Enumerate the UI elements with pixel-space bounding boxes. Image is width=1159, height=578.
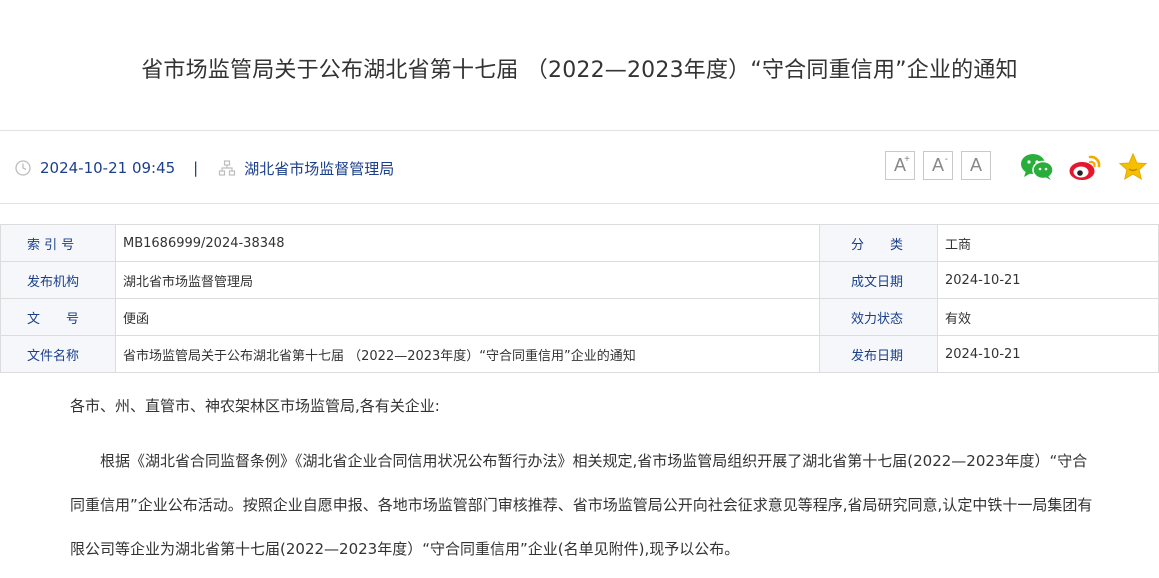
document-info-table: 索 引 号 MB1686999/2024-38348 分 类 工商 发布机构 湖… — [0, 224, 1159, 373]
written-date-label: 成文日期 — [819, 261, 938, 299]
document-number-label: 文 号 — [0, 298, 116, 336]
publish-date-value: 2024-10-21 — [937, 335, 1159, 373]
font-increase-button[interactable]: A + — [885, 151, 915, 180]
favorite-star-icon — [1118, 152, 1148, 181]
font-decrease-button[interactable]: A - — [923, 151, 953, 180]
validity-status-label: 效力状态 — [819, 298, 938, 336]
category-label: 分 类 — [819, 224, 938, 262]
org-chart-icon — [218, 159, 236, 177]
divider — [0, 203, 1159, 204]
favorite-button[interactable] — [1115, 150, 1151, 184]
font-decrease-label: A — [931, 155, 944, 175]
font-size-controls: A + A - A — [885, 151, 991, 180]
wechat-share-button[interactable] — [1019, 150, 1055, 184]
article-body: 各市、州、直管市、神农架林区市场监管局,各有关企业: 根据《湖北省合同监督条例》… — [70, 392, 1100, 571]
table-row: 文 号 便函 效力状态 有效 — [0, 298, 1159, 336]
font-increase-sup: + — [904, 154, 910, 165]
publish-datetime: 2024-10-21 09:45 — [40, 159, 176, 177]
greeting-line: 各市、州、直管市、神农架林区市场监管局,各有关企业: — [70, 397, 440, 415]
clock-icon — [14, 159, 32, 177]
written-date-value: 2024-10-21 — [937, 261, 1159, 299]
file-name-value: 省市场监管局关于公布湖北省第十七届 （2022—2023年度）“守合同重信用”企… — [115, 335, 820, 373]
font-decrease-sup: - — [944, 154, 948, 165]
wechat-icon — [1021, 154, 1054, 180]
category-value: 工商 — [937, 224, 1159, 262]
article-meta: 2024-10-21 09:45 | 湖北省市场监督管理局 — [14, 156, 394, 180]
meta-separator: | — [193, 159, 199, 177]
index-number-value: MB1686999/2024-38348 — [115, 224, 820, 262]
page-title: 省市场监管局关于公布湖北省第十七届 （2022—2023年度）“守合同重信用”企… — [141, 58, 1018, 83]
table-row: 发布机构 湖北省市场监督管理局 成文日期 2024-10-21 — [0, 261, 1159, 299]
index-number-label: 索 引 号 — [0, 224, 116, 262]
body-paragraph: 根据《湖北省合同监督条例》《湖北省企业合同信用状况公布暂行办法》相关规定,省市场… — [70, 452, 1093, 558]
issuing-org-label: 发布机构 — [0, 261, 116, 299]
font-reset-label: A — [969, 155, 982, 175]
divider — [0, 130, 1159, 131]
publish-date-label: 发布日期 — [819, 335, 938, 373]
weibo-icon — [1069, 155, 1101, 180]
file-name-label: 文件名称 — [0, 335, 116, 373]
weibo-share-button[interactable] — [1067, 150, 1103, 184]
document-number-value: 便函 — [115, 298, 820, 336]
issuing-org-value: 湖北省市场监督管理局 — [115, 261, 820, 299]
validity-status-value: 有效 — [937, 298, 1159, 336]
table-row: 文件名称 省市场监管局关于公布湖北省第十七届 （2022—2023年度）“守合同… — [0, 335, 1159, 373]
font-reset-button[interactable]: A — [961, 151, 991, 180]
publisher-name: 湖北省市场监督管理局 — [244, 159, 395, 178]
table-row: 索 引 号 MB1686999/2024-38348 分 类 工商 — [0, 224, 1159, 262]
